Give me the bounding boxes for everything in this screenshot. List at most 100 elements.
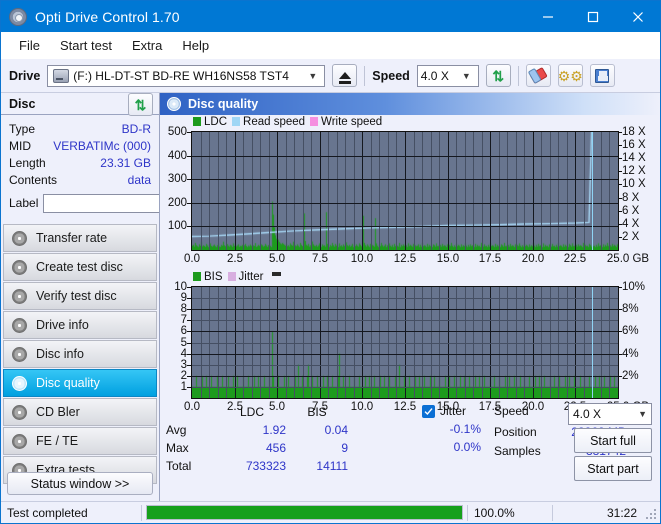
jitter-checkbox[interactable] — [422, 405, 435, 418]
disc-icon — [12, 260, 27, 275]
menu-file[interactable]: File — [10, 35, 49, 56]
sidebar-item-cd-bler[interactable]: CD Bler — [3, 398, 157, 426]
disc-info-row-type: Type BD-R — [9, 121, 151, 138]
sidebar-item-drive-info[interactable]: Drive info — [3, 311, 157, 339]
y2-tick-label: 6 X — [622, 205, 639, 217]
legend-item-jitter: Jitter — [228, 271, 264, 283]
disc-mid-value: VERBATIMc (000) — [53, 138, 151, 155]
speed-label: Speed — [372, 69, 410, 83]
stats-row-total-label: Total — [166, 457, 218, 475]
bis-jitter-chart: BIS Jitter 12345678910 2%4%6%8%10% 0.02.… — [160, 270, 660, 420]
nav-list: Transfer rate Create test disc Verify te… — [1, 224, 159, 484]
title-bar: Opti Drive Control 1.70 — [1, 1, 660, 32]
y2-tick-label: 12 X — [622, 165, 646, 177]
panel-header: Disc quality — [160, 93, 660, 115]
toolbar: Drive (F:) HL-DT-ST BD-RE WH16NS58 TST4 … — [1, 59, 660, 93]
end-of-data-marker — [592, 132, 593, 250]
disc-icon — [12, 434, 27, 449]
sidebar-item-verify-test-disc[interactable]: Verify test disc — [3, 282, 157, 310]
speed-select-value: 4.0 X — [421, 69, 449, 83]
erase-button[interactable] — [526, 64, 551, 87]
start-part-button[interactable]: Start part — [574, 456, 652, 481]
legend-item-read-speed: Read speed — [232, 116, 305, 128]
y2-tick-label: 8% — [622, 303, 639, 315]
x-tick-label: 20.0 — [522, 253, 544, 265]
stats-max-ldc: 456 — [218, 439, 286, 457]
table-header-row: LDC BIS — [166, 403, 348, 421]
sidebar-item-label: Verify test disc — [36, 289, 117, 303]
test-speed-select[interactable]: 4.0 X ▼ — [568, 403, 652, 425]
disc-icon — [12, 405, 27, 420]
drive-icon — [53, 69, 69, 83]
menu-extra[interactable]: Extra — [123, 35, 171, 56]
bis-chart-legend: BIS Jitter — [193, 271, 281, 283]
page-title: Disc quality — [188, 97, 258, 111]
stats-max-bis: 9 — [286, 439, 348, 457]
status-window-button[interactable]: Status window >> — [7, 472, 153, 495]
close-icon[interactable] — [615, 1, 660, 32]
jitter-marker-icon — [272, 272, 281, 276]
refresh-icon: ⇅ — [135, 98, 147, 112]
sidebar-item-label: Disc info — [36, 347, 84, 361]
disc-icon — [12, 318, 27, 333]
chevron-down-icon: ▼ — [304, 71, 321, 81]
stats-avg-bis: 0.04 — [286, 421, 348, 439]
x-tick-label: 2.5 — [227, 253, 243, 265]
settings-button[interactable]: ⚙⚙ — [558, 64, 583, 87]
disc-refresh-button[interactable]: ⇅ — [128, 93, 153, 116]
y-tick-label: 10 — [174, 281, 187, 293]
y-tick-label: 200 — [168, 197, 187, 209]
disc-icon — [12, 231, 27, 246]
resize-grip-icon[interactable] — [643, 506, 657, 520]
disc-info-list: Type BD-R MID VERBATIMc (000) Length 23.… — [1, 115, 159, 216]
maximize-icon[interactable] — [570, 1, 615, 32]
drive-select[interactable]: (F:) HL-DT-ST BD-RE WH16NS58 TST4 ▼ — [47, 65, 325, 87]
sidebar-item-disc-info[interactable]: Disc info — [3, 340, 157, 368]
refresh-icon: ⇅ — [492, 69, 504, 83]
disc-contents-label: Contents — [9, 172, 57, 189]
ldc-x-axis: 0.02.55.07.510.012.515.017.520.022.525.0… — [160, 253, 660, 269]
status-window-wrap: Status window >> — [1, 472, 159, 495]
y2-tick-label: 2% — [622, 370, 639, 382]
disc-quality-icon — [167, 97, 181, 111]
y2-tick-label: 4% — [622, 348, 639, 360]
x-tick-label: 15.0 — [437, 253, 459, 265]
left-panel: Disc ⇅ Type BD-R MID VERBATIMc (000) Len… — [1, 93, 159, 501]
charts-area: LDC Read speed Write speed 1002003004005… — [160, 115, 660, 401]
disc-icon — [12, 376, 27, 391]
y2-tick-label: 16 X — [622, 139, 646, 151]
eject-button[interactable] — [332, 64, 357, 87]
y2-tick-label: 6% — [622, 325, 639, 337]
y2-tick-label: 2 X — [622, 231, 639, 243]
y-tick-label: 400 — [168, 150, 187, 162]
save-button[interactable] — [590, 64, 615, 87]
y-tick-label: 300 — [168, 173, 187, 185]
position-stat-label: Position — [494, 425, 537, 439]
legend-item-write-speed: Write speed — [310, 116, 382, 128]
sidebar-item-disc-quality[interactable]: Disc quality — [3, 369, 157, 397]
speed-select[interactable]: 4.0 X ▼ — [417, 65, 479, 87]
sidebar-item-create-test-disc[interactable]: Create test disc — [3, 253, 157, 281]
menu-help[interactable]: Help — [173, 35, 218, 56]
jitter-avg-value: -0.1% — [426, 422, 481, 436]
menu-start-test[interactable]: Start test — [51, 35, 121, 56]
y2-tick-label: 4 X — [622, 218, 639, 230]
stats-total-bis: 14111 — [286, 457, 348, 475]
jitter-toggle-row[interactable]: Jitter — [422, 404, 466, 418]
start-full-button[interactable]: Start full — [574, 428, 652, 453]
ldc-chart-legend: LDC Read speed Write speed — [193, 116, 382, 128]
table-row: Max 456 9 — [166, 439, 348, 457]
progress-fill — [147, 506, 462, 519]
minimize-icon[interactable] — [525, 1, 570, 32]
eject-icon — [339, 72, 351, 79]
refresh-button[interactable]: ⇅ — [486, 64, 511, 87]
stats-row-avg-label: Avg — [166, 421, 218, 439]
menu-bar: File Start test Extra Help — [1, 32, 660, 59]
status-bar: Test completed 100.0% 31:22 — [1, 501, 660, 523]
disc-label-label: Label — [9, 196, 38, 210]
sidebar-item-transfer-rate[interactable]: Transfer rate — [3, 224, 157, 252]
disc-type-value: BD-R — [122, 121, 151, 138]
y-tick-label: 500 — [168, 126, 187, 138]
sidebar-item-fe-te[interactable]: FE / TE — [3, 427, 157, 455]
y2-tick-label: 10 X — [622, 178, 646, 190]
